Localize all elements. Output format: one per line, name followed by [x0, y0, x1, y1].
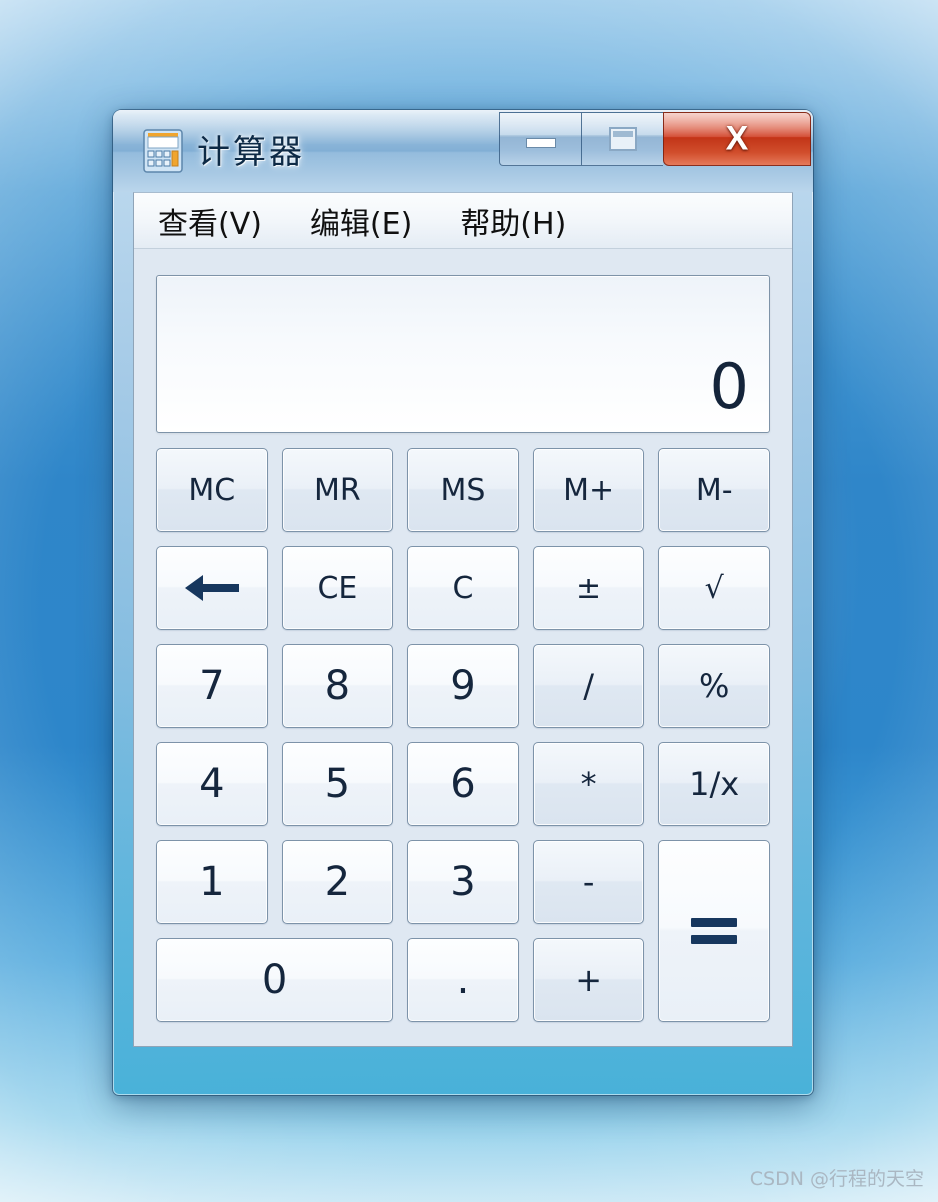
key-memory-subtract[interactable]: M-: [658, 448, 770, 532]
key-memory-add[interactable]: M+: [532, 448, 645, 532]
maximize-icon: [608, 127, 637, 151]
minimize-button[interactable]: [499, 112, 581, 166]
title-bar[interactable]: 计算器 X: [113, 110, 813, 192]
key-sign-label: ±: [576, 570, 602, 606]
key-percent[interactable]: %: [658, 644, 770, 728]
key-equals[interactable]: [658, 840, 770, 1022]
key-1[interactable]: 1: [156, 840, 268, 924]
menu-bar: 查看(V) 编辑(E) 帮助(H): [134, 193, 792, 249]
key-memory-store-label: MS: [440, 472, 486, 508]
key-memory-clear[interactable]: MC: [156, 448, 268, 532]
minimize-gloss: [500, 113, 581, 137]
key-subtract-label: -: [582, 863, 595, 901]
menu-help[interactable]: 帮助(H): [460, 199, 566, 243]
key-divide[interactable]: /: [532, 644, 645, 728]
key-memory-store[interactable]: MS: [407, 448, 519, 532]
key-multiply-label: *: [580, 765, 597, 803]
key-percent-label: %: [698, 667, 730, 705]
key-3-label: 3: [450, 859, 476, 905]
key-2[interactable]: 2: [281, 840, 394, 924]
key-clear-label: C: [452, 570, 474, 606]
key-5-label: 5: [324, 761, 351, 807]
key-8[interactable]: 8: [281, 644, 394, 728]
watermark: CSDN @行程的天空: [749, 1168, 924, 1190]
key-8-label: 8: [324, 663, 351, 709]
key-decimal-label: .: [456, 957, 470, 1003]
key-2-label: 2: [324, 859, 351, 905]
close-button[interactable]: X: [663, 112, 811, 166]
key-add-label: +: [575, 961, 602, 999]
key-divide-label: /: [583, 667, 594, 705]
display-value: 0: [709, 350, 749, 423]
key-memory-recall-label: MR: [314, 472, 361, 508]
key-memory-subtract-label: M-: [695, 472, 733, 508]
key-memory-clear-label: MC: [188, 472, 236, 508]
close-icon: X: [725, 119, 749, 158]
key-sign[interactable]: ±: [532, 546, 645, 630]
key-6[interactable]: 6: [407, 742, 519, 826]
display[interactable]: 0: [156, 275, 770, 433]
window-controls: X: [499, 112, 811, 166]
window-title: 计算器: [197, 132, 305, 171]
key-memory-recall[interactable]: MR: [281, 448, 394, 532]
key-decimal[interactable]: .: [407, 938, 519, 1022]
minimize-icon: [525, 138, 556, 149]
key-multiply[interactable]: *: [532, 742, 645, 826]
key-sqrt-label: √: [704, 570, 724, 606]
key-clear[interactable]: C: [407, 546, 519, 630]
client-area: 查看(V) 编辑(E) 帮助(H) 0 MC MR MS M+ M- CE C ± √ 7 8 9 /%…: [133, 192, 793, 1047]
keypad: MC MR MS M+ M- CE C ± √ 7 8 9 /% 4 5 6 * 1/x 1 2 3 - 0. +: [156, 448, 770, 1022]
key-4-label: 4: [199, 761, 225, 807]
key-3[interactable]: 3: [407, 840, 519, 924]
key-7-label: 7: [199, 663, 225, 709]
key-9-label: 9: [450, 663, 476, 709]
key-0[interactable]: 0: [156, 938, 394, 1022]
key-subtract[interactable]: -: [532, 840, 645, 924]
backspace-arrow-icon: [185, 575, 239, 601]
key-6-label: 6: [450, 761, 476, 807]
maximize-button[interactable]: [581, 112, 663, 166]
key-7[interactable]: 7: [156, 644, 268, 728]
menu-edit[interactable]: 编辑(E): [310, 199, 412, 243]
key-memory-add-label: M+: [563, 472, 615, 508]
menu-view[interactable]: 查看(V): [158, 199, 262, 243]
calculator-icon: [143, 129, 183, 173]
key-add[interactable]: +: [532, 938, 645, 1022]
key-reciprocal[interactable]: 1/x: [658, 742, 770, 826]
equals-icon: [691, 918, 738, 944]
key-9[interactable]: 9: [407, 644, 519, 728]
key-reciprocal-label: 1/x: [689, 765, 740, 803]
key-clear-entry-label: CE: [317, 570, 358, 606]
key-0-label: 0: [261, 957, 288, 1003]
key-4[interactable]: 4: [156, 742, 268, 826]
key-sqrt[interactable]: √: [658, 546, 770, 630]
key-clear-entry[interactable]: CE: [281, 546, 394, 630]
calculator-window: 计算器 X 查看(V) 编辑(E) 帮助(H) 0 MC MR MS M+ M-…: [112, 109, 814, 1096]
key-backspace[interactable]: [156, 546, 268, 630]
key-1-label: 1: [199, 859, 225, 905]
key-5[interactable]: 5: [281, 742, 394, 826]
